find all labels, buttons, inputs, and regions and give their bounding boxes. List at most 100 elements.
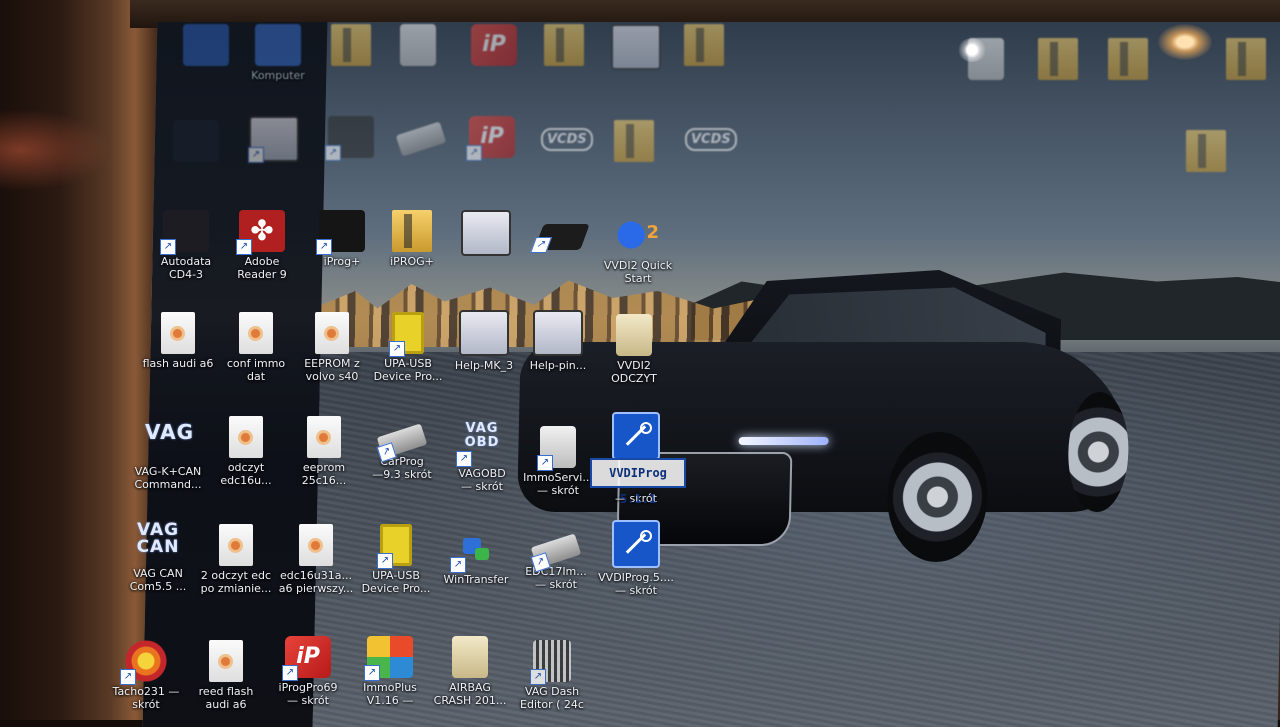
car-front-wheel <box>886 432 989 562</box>
bin-file-icon <box>209 640 243 682</box>
folder-icon <box>616 314 652 356</box>
folder-icon <box>1186 130 1226 172</box>
desktop-icon-iprogpro69[interactable]: iP ↗ iProgPro69 — skrót <box>262 636 354 707</box>
folder-icon <box>684 24 724 66</box>
vagobd-glyph: VAG OBD <box>464 421 500 450</box>
programmer-device-icon: ↗ <box>530 533 582 573</box>
desktop-icon-label: AIRBAG CRASH 201... <box>433 681 507 707</box>
shortcut-arrow-icon: ↗ <box>282 665 298 681</box>
folder-icon <box>544 24 584 66</box>
desktop-icon[interactable] <box>1200 38 1280 83</box>
iprog-glyph: iP <box>480 124 504 149</box>
desktop-icon[interactable] <box>658 24 750 69</box>
iprog-glyph: iP <box>296 644 320 669</box>
app-icon: ↗ <box>537 426 576 471</box>
desktop-icon-2-odczyt-edc[interactable]: 2 odczyt edc po zmianie... <box>190 524 282 595</box>
desktop-icon-tacho231[interactable]: ↗ Tacho231 — skrót <box>100 640 192 711</box>
shortcut-arrow-icon: ↗ <box>120 669 136 685</box>
desktop-icon-label: ImmoPlus V1.16 — <box>363 681 417 707</box>
program-window-icon <box>611 24 661 70</box>
shortcut-arrow-icon: ↗ <box>537 455 553 471</box>
desktop-icon-label: edc16u31a... a6 pierwszy... <box>278 569 354 595</box>
desktop-icon-reed-flash-audi-a6[interactable]: reed flash audi a6 <box>180 640 272 711</box>
folder-icon <box>392 210 432 252</box>
shortcut-arrow-icon: ↗ <box>530 237 552 253</box>
vag-glyph: VAG <box>145 420 195 444</box>
vcds-icon: VCDS <box>685 120 737 162</box>
screen-glare-light <box>958 38 986 62</box>
desktop-icon-label: 2 odczyt edc po zmianie... <box>200 569 272 595</box>
vag-can-icon: VAG CAN <box>135 522 181 564</box>
folder-icon <box>331 24 371 66</box>
folder-icon <box>1226 38 1266 80</box>
desktop-icon-wintransfer[interactable]: ↗ WinTransfer <box>430 528 522 586</box>
desktop-icon-vag-dash-editor[interactable]: ↗ VAG Dash Editor ( 24c <box>506 640 598 711</box>
folder-icon <box>614 120 654 162</box>
vag-dash-editor-icon: ↗ <box>530 640 571 685</box>
shortcut-arrow-icon: ↗ <box>248 147 264 163</box>
desktop-icon-label: Komputer <box>251 69 305 82</box>
tacho-icon: ↗ <box>120 640 169 685</box>
desktop-icon-vvdiprog-5[interactable]: VVDIProg.5.... — skrót <box>590 520 682 597</box>
shortcut-arrow-icon: ↗ <box>389 341 405 357</box>
vvdiprog-version-badge: VVDIProg 5.1.1 <box>590 458 686 506</box>
desktop-icon-edc16u31[interactable]: edc16u31a... a6 pierwszy... <box>270 524 362 595</box>
car-headlight <box>738 437 829 445</box>
desktop-icon-upa-usb-2[interactable]: ↗ UPA-USB Device Pro... <box>350 524 442 595</box>
bin-file-icon <box>307 416 341 458</box>
desktop-icon-label: VVDI2 Quick Start <box>603 259 673 285</box>
vag-can-glyph: VAG CAN <box>136 520 180 557</box>
shortcut-arrow-icon: ↗ <box>236 239 252 255</box>
computer-icon <box>255 24 301 66</box>
iprog-icon: iP <box>471 24 517 66</box>
desktop-icon-label: WinTransfer <box>443 573 509 586</box>
program-window-icon <box>461 210 511 256</box>
desktop-icon-vvdi2-quick-start[interactable]: 2 VVDI2 Quick Start <box>592 214 684 285</box>
desktop-icon[interactable] <box>1160 130 1252 175</box>
desktop-icon-vvdi2-odczyt[interactable]: VVDI2 ODCZYT <box>588 314 680 385</box>
vvdi2-glyph: 2 <box>646 222 659 243</box>
vvdiprog-icon <box>612 520 660 568</box>
desktop-icon-label: Tacho231 — skrót <box>112 685 180 711</box>
adobe-reader-icon: ↗ <box>236 210 285 255</box>
help-file-icon <box>459 310 509 356</box>
desktop-icon-label: VVDIProg.5.... — skrót <box>598 571 674 597</box>
chip-icon: ↗ <box>389 312 424 357</box>
shortcut-arrow-icon: ↗ <box>316 239 332 255</box>
bin-file-icon <box>219 524 253 566</box>
desktop-icon-adobe-reader[interactable]: ↗Adobe Reader 9 <box>216 210 308 281</box>
desktop-icon-edc17immo[interactable]: ↗ EDC17Im... — skrót <box>510 528 602 591</box>
app-icon <box>173 120 219 162</box>
bin-file-icon <box>299 524 333 566</box>
folder-icon <box>1038 38 1078 80</box>
shortcut-arrow-icon: ↗ <box>160 239 176 255</box>
desktop-icon-carprog[interactable]: ↗ CarProg —9.3 skrót <box>356 418 448 481</box>
bin-file-icon <box>229 416 263 458</box>
folder-icon <box>452 636 488 678</box>
help-file-icon <box>533 310 583 356</box>
shortcut-arrow-icon: ↗ <box>377 553 393 569</box>
desktop-icon[interactable]: VCDS <box>662 120 754 165</box>
vvdiprog-icon <box>612 412 660 460</box>
immoplus-icon: ↗ <box>364 636 413 681</box>
desktop-icon-label: iProgPro69 — skrót <box>278 681 338 707</box>
desktop-icon-label: UPA-USB Device Pro... <box>361 569 431 595</box>
desktop-icon-airbag-crash[interactable]: AIRBAG CRASH 201... <box>424 636 516 707</box>
wintransfer-icon: ↗ <box>450 528 499 573</box>
program-window-icon: ↗ <box>248 116 299 163</box>
desktop-icon-label: reed flash audi a6 <box>198 685 254 711</box>
shortcut-arrow-icon: ↗ <box>456 451 472 467</box>
shortcut-arrow-icon: ↗ <box>530 669 546 685</box>
desktop-icon-immoplus[interactable]: ↗ ImmoPlus V1.16 — <box>344 636 436 707</box>
folder-icon <box>1108 38 1148 80</box>
programmer-device-icon: ↗ <box>530 224 590 253</box>
desktop-icon-label: EDC17Im... — skrót <box>525 565 587 591</box>
app-icon <box>183 24 229 66</box>
shortcut-arrow-icon: ↗ <box>364 665 380 681</box>
vcds-glyph: VCDS <box>685 128 737 151</box>
iprog-icon: iP ↗ <box>466 116 515 161</box>
vcds-glyph: VCDS <box>541 128 593 151</box>
app-icon: ↗ <box>325 116 374 161</box>
bin-file-icon <box>239 312 273 354</box>
chip-icon: ↗ <box>377 524 412 569</box>
